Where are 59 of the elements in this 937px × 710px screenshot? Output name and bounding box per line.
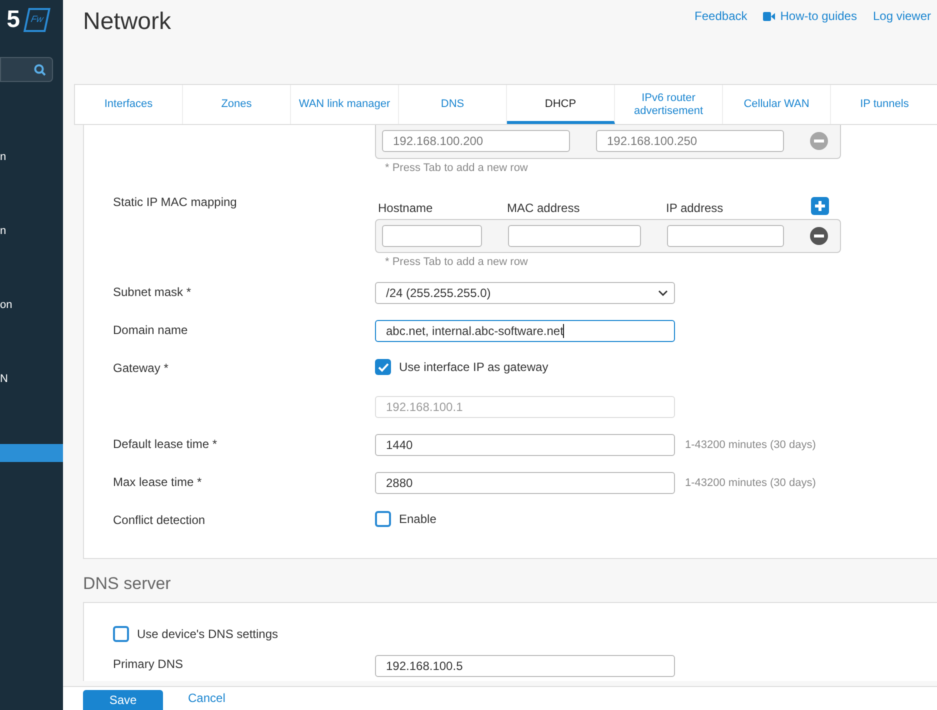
tab[interactable]: DNS [399,85,507,124]
field-label: Gateway * [113,361,168,375]
input-field[interactable] [667,224,784,246]
field-hint: 1-43200 minutes (30 days) [685,476,816,491]
remove-icon[interactable] [810,226,828,244]
header-link[interactable]: Feedback [694,7,748,25]
tab[interactable]: IPv6 router advertisement [615,85,723,124]
column-header: MAC address [507,200,581,216]
text-cursor [563,324,564,338]
column-header: IP address [666,200,724,216]
field-label: Conflict detection [113,513,206,527]
tab[interactable]: Cellular WAN [723,85,831,124]
sidebar-item[interactable]: n [0,148,63,166]
checkbox[interactable] [375,511,391,527]
checkbox-label: Enable [399,511,436,528]
checkbox[interactable] [375,359,391,375]
input-field[interactable]: abc.net, internal.abc-software.net [375,320,675,342]
header-link[interactable]: How-to guides [763,7,857,25]
tab[interactable]: Interfaces [75,85,183,124]
search-icon [34,64,46,76]
header-link[interactable]: Log viewer [872,7,931,25]
input-field[interactable]: 192.168.100.5 [375,654,675,676]
input-field[interactable]: 1440 [375,434,675,456]
input-field[interactable] [382,224,482,246]
search-field[interactable] [0,57,53,82]
tab[interactable]: Zones [183,85,291,124]
table-hint: * Press Tab to add a new row [384,161,529,176]
tab[interactable]: WAN link manager [291,85,399,124]
sidebar-item[interactable]: on [0,296,63,314]
sidebar-item[interactable]: N [0,370,63,388]
product-badge: Fw [24,8,50,32]
field-label: Static IP MAC mapping [113,194,237,208]
page-title: Network [83,7,172,37]
sidebar-item[interactable]: n [0,222,63,240]
cancel-link[interactable]: Cancel [188,689,226,710]
table-hint: * Press Tab to add a new row [384,254,529,270]
field-label: Max lease time * [113,475,202,489]
field-label: Primary DNS [113,656,184,670]
field-hint: 1-43200 minutes (30 days) [685,438,816,453]
subnet-select[interactable]: /24 (255.255.255.0) [375,282,675,304]
section-title: DNS server [83,573,172,595]
input-field[interactable]: 192.168.100.250 [596,130,784,152]
input-field[interactable] [508,224,641,246]
check-icon [378,362,388,372]
logo-mark: 5 [6,4,20,34]
column-header: Hostname [378,200,434,216]
chevron-down-icon [658,290,668,296]
checkbox[interactable] [113,626,129,642]
save-button[interactable]: Save [83,690,163,710]
field-label: Subnet mask * [113,285,192,299]
input-field[interactable]: 2880 [375,472,675,494]
field-label: Domain name [113,323,188,337]
tab[interactable]: IP tunnels [831,85,937,124]
video-camera-icon [763,12,776,20]
add-icon[interactable] [811,196,829,214]
checkbox-label: Use device's DNS settings [137,626,278,642]
input-field[interactable]: 192.168.100.200 [382,130,570,152]
field-label: Default lease time * [113,437,218,451]
checkbox-label: Use interface IP as gateway [399,359,548,376]
